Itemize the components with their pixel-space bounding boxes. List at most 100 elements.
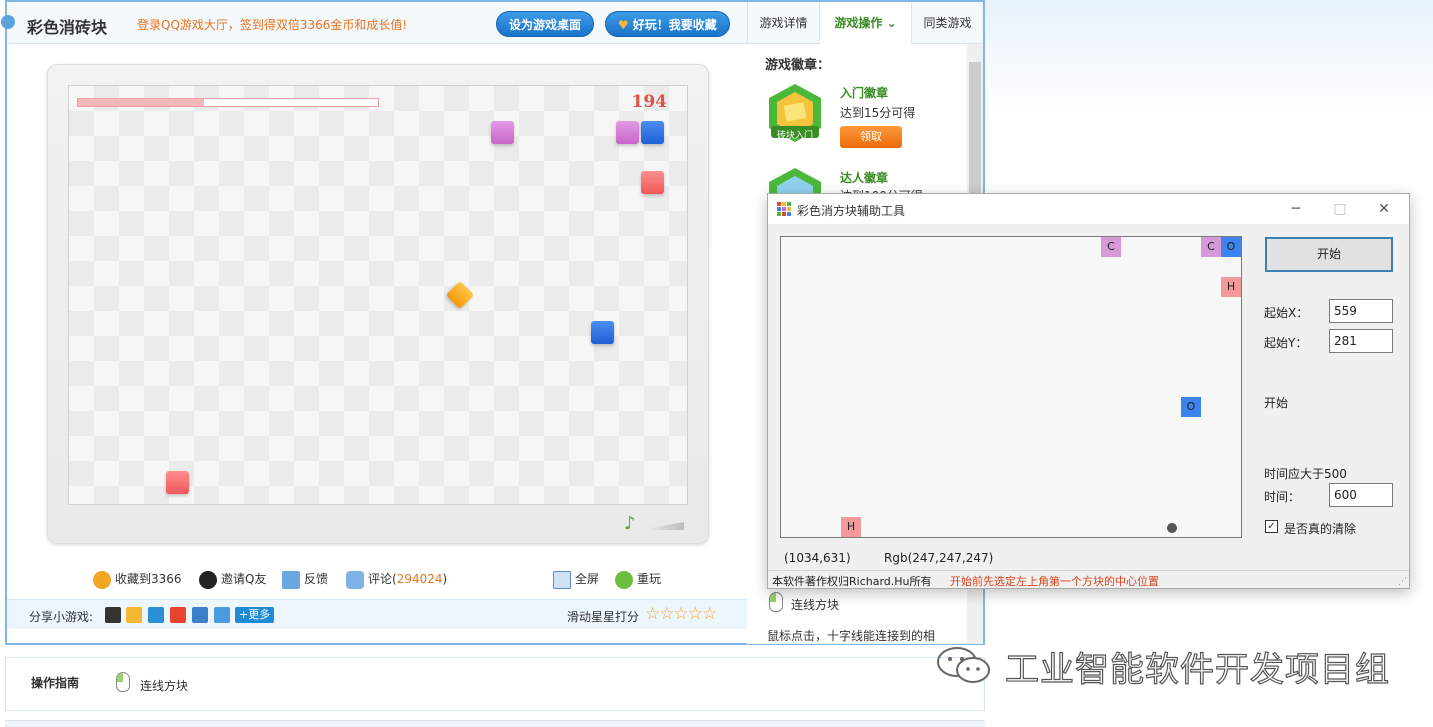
heart-icon: ♥ — [618, 18, 629, 32]
comment-action[interactable]: 评论(294024) — [346, 570, 447, 589]
tab-game-operation[interactable]: 游戏操作 ⌄ — [819, 2, 911, 44]
mouse-icon — [116, 672, 130, 692]
more-label: 更多 — [248, 608, 271, 621]
pengyou-share-icon[interactable] — [148, 607, 164, 623]
badge1-name: 入门徽章 — [840, 86, 889, 100]
chevron-down-icon: ⌄ — [886, 16, 897, 30]
minimize-button[interactable]: ─ — [1274, 197, 1318, 221]
block-blue[interactable] — [591, 321, 614, 344]
cell-o: O — [1181, 397, 1201, 417]
maximize-button[interactable]: □ — [1318, 197, 1362, 221]
share-label: 分享小游戏: — [29, 610, 94, 624]
invite-label: 邀请Q友 — [221, 572, 267, 586]
game-board[interactable]: 194 — [68, 85, 688, 505]
copyright-text: 本软件著作权归Richard.Hu所有 — [772, 575, 932, 588]
start-button[interactable]: 开始 — [1265, 237, 1393, 272]
block-blue[interactable] — [641, 121, 664, 144]
cell-h: H — [841, 517, 861, 537]
badge2-name: 达人徽章 — [840, 171, 889, 185]
rating-stars[interactable]: ☆☆☆☆☆ — [645, 604, 717, 624]
time-input[interactable]: 600 — [1329, 483, 1393, 507]
tieba-share-icon[interactable] — [192, 607, 208, 623]
mail-icon — [282, 570, 300, 589]
cell-c: C — [1101, 237, 1121, 257]
comment-close: ) — [442, 572, 448, 586]
bookmark-label: 收藏到3366 — [115, 572, 182, 586]
header-dot-icon — [1, 15, 15, 29]
block-red[interactable] — [166, 471, 189, 494]
real-clear-checkbox[interactable]: ✓ — [1265, 520, 1278, 533]
block-purple[interactable] — [616, 121, 639, 144]
comment-label: 评论( — [368, 572, 397, 586]
screen: 彩色消砖块 登录QQ游戏大厅，签到得双倍3366金币和成长值! 设为游戏桌面 ♥… — [0, 0, 1433, 727]
cell-h: H — [1221, 277, 1241, 297]
favorite-button[interactable]: ♥ 好玩！我要收藏 — [605, 11, 730, 37]
fullscreen-icon — [553, 570, 571, 589]
time-hint: 时间应大于500 — [1264, 467, 1347, 481]
favorite-button-label: 好玩！我要收藏 — [632, 18, 717, 32]
side-tabs: 游戏详情 游戏操作 ⌄ 同类游戏 — [747, 2, 983, 44]
replay-action[interactable]: 重玩 — [615, 570, 661, 589]
tab-similar-games[interactable]: 同类游戏 — [911, 2, 983, 44]
volume-bar — [640, 522, 684, 530]
fullscreen-label: 全屏 — [575, 572, 600, 586]
connect-blocks-desc: 鼠标点击，十字线能连接到的相 — [767, 629, 936, 643]
helper-tool-window: 彩色消方块辅助工具 ─ □ ✕ C C O H O H (1034,631) R… — [767, 193, 1410, 589]
preview-canvas[interactable]: C C O H O H — [780, 236, 1242, 538]
block-purple[interactable] — [491, 121, 514, 144]
feedback-action[interactable]: 反馈 — [282, 570, 328, 589]
badge-section-title: 游戏徽章： — [765, 58, 831, 73]
promo-link[interactable]: 登录QQ游戏大厅，签到得双倍3366金币和成长值! — [137, 16, 407, 33]
start-x-input[interactable]: 559 — [1329, 299, 1393, 323]
game-header: 彩色消砖块 登录QQ游戏大厅，签到得双倍3366金币和成长值! 设为游戏桌面 ♥… — [1, 2, 747, 44]
badge-image-text: 砖块入门 — [776, 131, 813, 141]
guide-text: 连线方块 — [140, 679, 189, 693]
tool-status-bar: 本软件著作权归Richard.Hu所有 开始前先选定左上角第一个方块的中心位置 … — [768, 570, 1409, 588]
music-volume-control[interactable]: ♪ — [614, 513, 684, 535]
connect-blocks-label: 连线方块 — [791, 598, 840, 612]
start-y-input[interactable]: 281 — [1329, 329, 1393, 353]
rgb-readout: Rgb(247,247,247) — [884, 551, 994, 565]
renren-share-icon[interactable] — [214, 607, 230, 623]
tool-title: 彩色消方块辅助工具 — [797, 204, 906, 218]
rate-label: 滑动星星打分 — [567, 610, 640, 624]
invite-action[interactable]: 邀请Q友 — [199, 570, 266, 589]
set-desktop-button[interactable]: 设为游戏桌面 — [496, 11, 595, 37]
share-row: 分享小游戏: +更多 滑动星星打分 ☆☆☆☆☆ — [7, 599, 747, 629]
tab-game-operation-label: 游戏操作 — [834, 16, 883, 30]
cell-o: O — [1221, 237, 1241, 257]
cursor-dot — [1167, 523, 1177, 533]
bottom-strip — [5, 720, 985, 727]
close-button[interactable]: ✕ — [1362, 197, 1406, 221]
coordinate-readout: (1034,631) — [784, 551, 851, 565]
block-red[interactable] — [641, 171, 664, 194]
qzone-share-icon[interactable] — [126, 607, 142, 623]
replay-icon — [615, 570, 633, 589]
time-progress-fill — [78, 99, 204, 106]
tool-titlebar[interactable]: 彩色消方块辅助工具 ─ □ ✕ — [768, 194, 1409, 224]
comment-bubble-icon — [346, 570, 364, 589]
background-decoration — [985, 0, 1433, 120]
block-orange-diamond[interactable] — [445, 280, 475, 310]
claim-badge-button[interactable]: 领取 — [840, 126, 902, 148]
more-share-button[interactable]: +更多 — [235, 607, 275, 623]
action-row: 收藏到3366 邀请Q友 反馈 评论(294024) 全屏 重玩 — [7, 564, 747, 594]
badge1-desc: 达到15分可得 — [840, 106, 916, 120]
start-y-label: 起始Y： — [1264, 336, 1308, 350]
time-label: 时间： — [1264, 490, 1301, 504]
qq-share-icon[interactable] — [105, 607, 121, 623]
comment-count: 294024 — [396, 572, 443, 586]
feedback-label: 反馈 — [304, 572, 329, 586]
resize-grip-icon[interactable]: ⋰ — [1398, 577, 1407, 587]
game-board-frame: 194 ♪ — [47, 64, 709, 544]
guide-title: 操作指南 — [31, 676, 80, 690]
watermark-text: 工业智能软件开发项目组 — [1004, 649, 1390, 690]
bookmark-action[interactable]: 收藏到3366 — [93, 570, 182, 589]
fullscreen-action[interactable]: 全屏 — [553, 570, 599, 589]
game-title: 彩色消砖块 — [27, 18, 108, 37]
weibo-share-icon[interactable] — [170, 607, 186, 623]
beginner-badge-icon: 砖块入门 — [765, 82, 825, 142]
cell-c: C — [1201, 237, 1221, 257]
tab-game-details[interactable]: 游戏详情 — [747, 2, 819, 44]
tip-text: 开始前先选定左上角第一个方块的中心位置 — [950, 575, 1159, 588]
